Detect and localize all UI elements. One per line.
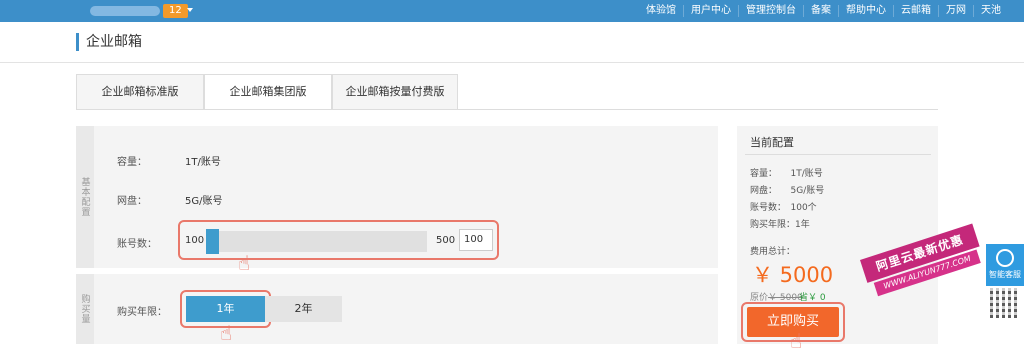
- slider-min-value: 100: [185, 235, 205, 246]
- nav-tianchi[interactable]: 天池: [973, 5, 1008, 17]
- current-config-divider: [745, 154, 931, 155]
- headset-icon: [996, 249, 1014, 267]
- smart-service-label: 智能客服: [989, 270, 1021, 279]
- tab-underline: [76, 109, 938, 110]
- config-capacity: 容量： 1T/账号: [750, 169, 823, 179]
- nav-user-center[interactable]: 用户中心: [683, 5, 738, 17]
- pointer-hand-icon: ☝: [238, 251, 251, 275]
- top-bar: 12 体验馆 用户中心 管理控制台 备案 帮助中心 云邮箱 万网 天池: [0, 0, 1024, 22]
- year-option-2[interactable]: 2年: [265, 296, 342, 322]
- edition-tabs: 企业邮箱标准版 企业邮箱集团版 企业邮箱按量付费版: [76, 74, 458, 110]
- nav-wanwang[interactable]: 万网: [938, 5, 973, 17]
- tab-pay-as-you-go[interactable]: 企业邮箱按量付费版: [332, 74, 458, 110]
- tab-standard[interactable]: 企业邮箱标准版: [76, 74, 204, 110]
- chevron-down-icon[interactable]: [187, 8, 193, 12]
- capacity-value: 1T/账号: [185, 157, 221, 168]
- accounts-slider-track[interactable]: [206, 231, 427, 252]
- pointer-hand-icon: ☝: [220, 321, 233, 345]
- qr-code-overlay: [990, 288, 1020, 318]
- basic-config-label: 基本配置: [76, 126, 94, 268]
- config-disk: 网盘： 5G/账号: [750, 186, 825, 196]
- purchase-label: 购买量: [76, 274, 94, 344]
- year-option-1[interactable]: 1年: [186, 296, 265, 322]
- accounts-slider-handle[interactable]: [206, 229, 219, 254]
- years-label: 购买年限：: [117, 307, 167, 318]
- smart-service-widget[interactable]: 智能客服: [986, 244, 1024, 286]
- accounts-label: 账号数：: [117, 239, 157, 250]
- nav-console[interactable]: 管理控制台: [738, 5, 803, 17]
- nav-mail[interactable]: 云邮箱: [893, 5, 938, 17]
- config-accounts: 账号数： 100个: [750, 203, 817, 213]
- current-config-title: 当前配置: [750, 136, 794, 149]
- total-label: 费用总计：: [750, 247, 796, 257]
- message-badge[interactable]: 12: [163, 4, 188, 18]
- purchase-section: 购买量: [76, 274, 718, 344]
- slider-max-value: 500: [436, 235, 456, 246]
- nav-experience[interactable]: 体验馆: [639, 5, 683, 17]
- disk-label: 网盘：: [117, 196, 147, 207]
- nav-help[interactable]: 帮助中心: [838, 5, 893, 17]
- capacity-label: 容量：: [117, 157, 147, 168]
- pointer-hand-icon: ☝: [790, 329, 803, 353]
- top-nav: 体验馆 用户中心 管理控制台 备案 帮助中心 云邮箱 万网 天池: [639, 0, 1008, 22]
- username-blurred[interactable]: [90, 6, 160, 16]
- accounts-input[interactable]: 100: [459, 229, 493, 251]
- header-divider: [0, 62, 1024, 63]
- nav-beian[interactable]: 备案: [803, 5, 838, 17]
- config-years: 购买年限：1年: [750, 220, 810, 230]
- disk-value: 5G/账号: [185, 196, 223, 207]
- total-price: ￥ 5000: [752, 263, 834, 287]
- page-title: 企业邮箱: [76, 33, 142, 51]
- tab-group[interactable]: 企业邮箱集团版: [204, 74, 332, 110]
